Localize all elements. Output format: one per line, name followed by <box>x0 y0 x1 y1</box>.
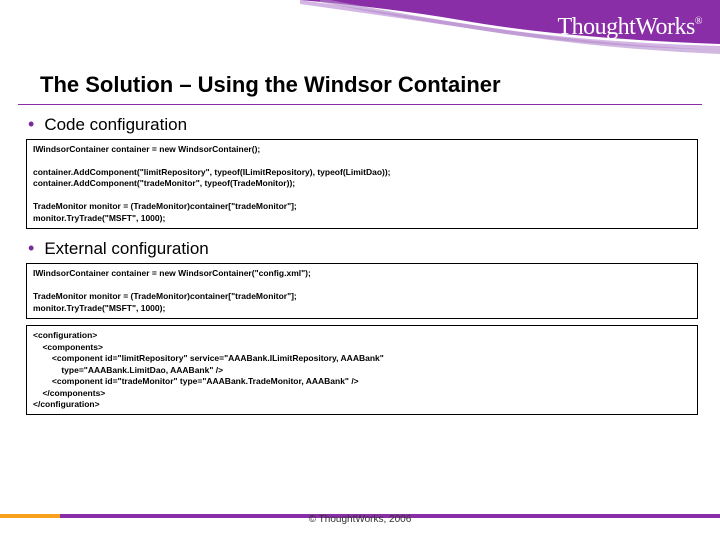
bullet-icon: • <box>28 115 34 133</box>
brand-part2: Works <box>635 14 695 40</box>
code-box-2: IWindsorContainer container = new Windso… <box>26 263 698 319</box>
code-box-3: <configuration> <components> <component … <box>26 325 698 415</box>
brand-part1: Thought <box>558 14 636 40</box>
copyright-text: © ThoughtWorks, 2006 <box>309 514 412 525</box>
brand-reg: ® <box>695 16 702 27</box>
bullet-label: Code configuration <box>44 115 187 135</box>
bullet-icon: • <box>28 239 34 257</box>
slide-footer: © ThoughtWorks, 2006 <box>0 514 720 540</box>
slide-header: ThoughtWorks® <box>0 0 720 56</box>
bullet-label: External configuration <box>44 239 208 259</box>
bullet-code-config: • Code configuration <box>28 115 698 135</box>
slide-title: The Solution – Using the Windsor Contain… <box>18 56 702 105</box>
code-box-1: IWindsorContainer container = new Windso… <box>26 139 698 229</box>
bullet-external-config: • External configuration <box>28 239 698 259</box>
slide-content: • Code configuration IWindsorContainer c… <box>0 115 720 415</box>
brand-logo: ThoughtWorks® <box>558 14 703 41</box>
